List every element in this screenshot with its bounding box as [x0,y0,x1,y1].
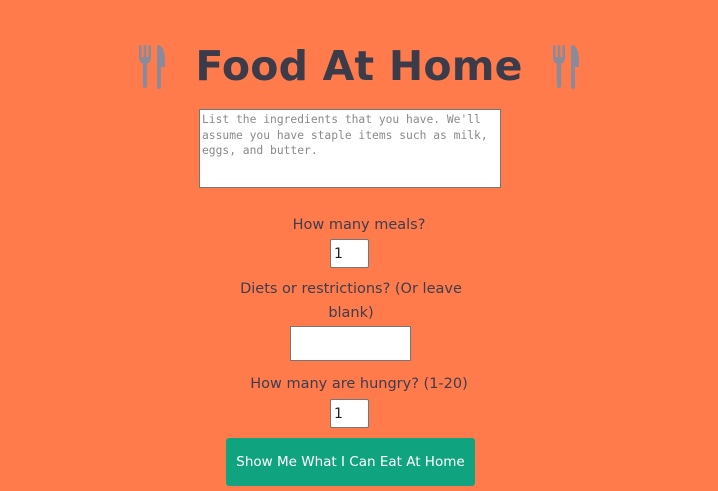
hungry-input[interactable] [330,399,369,428]
diets-label: Diets or restrictions? (Or leave blank) [240,281,462,321]
diets-input[interactable] [290,326,411,361]
submit-button[interactable]: Show Me What I Can Eat At Home [226,438,475,486]
ingredients-textarea[interactable] [199,109,501,188]
meals-input[interactable] [330,239,369,268]
fork-knife-icon [549,41,583,91]
page-title: Food At Home [195,42,523,90]
meals-label: How many meals? [292,217,426,233]
hungry-label: How many are hungry? (1-20) [250,376,468,392]
fork-knife-icon [135,41,169,91]
food-at-home-page: Food At Home How many meals? Diets or re… [0,0,718,491]
header: Food At Home [0,36,718,96]
